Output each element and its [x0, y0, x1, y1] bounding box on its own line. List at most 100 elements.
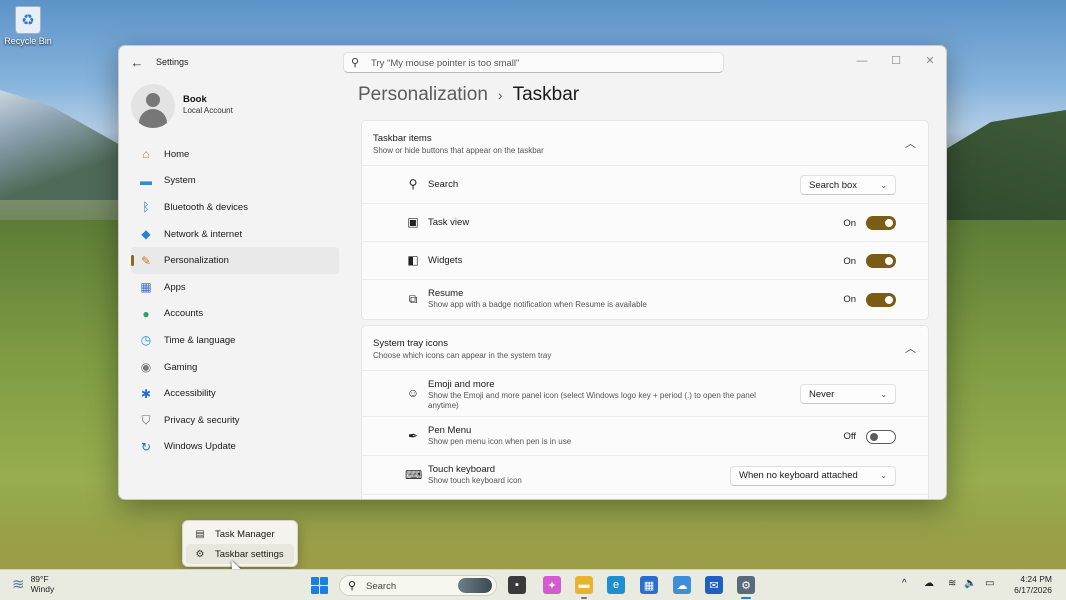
weather-app[interactable]: ☁: [673, 576, 691, 594]
dropdown-value: When no keyboard attached: [739, 470, 858, 481]
taskbar-context-menu: ▤ Task Manager ⚙ Taskbar settings: [182, 520, 298, 567]
sidebar-item-personalization[interactable]: ✎ Personalization: [131, 247, 339, 274]
file-explorer-app[interactable]: ▬: [575, 576, 593, 599]
volume-icon[interactable]: 🔈: [964, 578, 976, 589]
sidebar-item-system[interactable]: ▬ System: [131, 168, 339, 195]
menu-item-label: Taskbar settings: [215, 548, 284, 560]
bluetooth-icon: ᛒ: [142, 200, 150, 215]
taskbar-items-card: Taskbar items Show or hide buttons that …: [361, 120, 929, 320]
store-app[interactable]: ▦: [640, 576, 658, 594]
setting-row-pen-menu: ✒ Pen Menu Show pen menu icon when pen is …: [362, 417, 928, 456]
weather-widget[interactable]: ≋ 89°F Windy: [12, 574, 54, 594]
battery-icon[interactable]: ▭: [985, 578, 994, 589]
sidebar-item-label: Personalization: [164, 255, 229, 267]
sidebar-item-home[interactable]: ⌂ Home: [131, 141, 339, 168]
section-title: Taskbar items: [373, 133, 432, 144]
pen-menu-toggle-group: Off: [844, 429, 896, 444]
touch-keyboard-dropdown[interactable]: When no keyboard attached ⌄: [730, 465, 896, 486]
emoji-and-more-dropdown[interactable]: Never ⌄: [800, 384, 896, 404]
sidebar-item-label: Privacy & security: [164, 414, 240, 426]
clock[interactable]: 4:24 PM 6/17/2026: [1014, 574, 1052, 596]
start-button[interactable]: [311, 577, 328, 594]
setting-description: Show touch keyboard icon: [428, 476, 522, 485]
sidebar-item-label: Gaming: [164, 361, 198, 373]
settings-window: ← Settings ⚲ Try "My mouse pointer is to…: [118, 45, 947, 500]
profile-account-type: Local Account: [183, 106, 233, 115]
profile-name: Book: [183, 94, 207, 105]
menu-item-task-manager[interactable]: ▤ Task Manager: [186, 524, 294, 544]
sidebar-item-accounts[interactable]: ● Accounts: [131, 301, 339, 328]
task-view-app[interactable]: ▪: [508, 576, 526, 594]
app-title: Settings: [156, 57, 189, 67]
chevron-up-icon[interactable]: ︿: [905, 340, 916, 356]
sidebar-item-privacy-security[interactable]: ⛉ Privacy & security: [131, 407, 339, 434]
setting-row-widgets: ◧ Widgets On: [362, 242, 928, 280]
sidebar-item-time-language[interactable]: ◷ Time & language: [131, 327, 339, 354]
dropdown-value: Search box: [809, 179, 858, 191]
setting-label: Search: [428, 179, 459, 190]
sidebar-item-bluetooth-devices[interactable]: ᛒ Bluetooth & devices: [131, 194, 339, 221]
search-icon: ⚲: [351, 57, 360, 69]
sidebar-item-apps[interactable]: ▦ Apps: [131, 274, 339, 301]
breadcrumb-parent[interactable]: Personalization: [358, 84, 488, 105]
dropdown-value: Never: [809, 388, 835, 400]
tray-chevron-icon[interactable]: ^: [902, 578, 907, 589]
task-view-toggle-group: On: [843, 216, 896, 230]
brush-icon: ✎: [140, 253, 152, 268]
taskbar-items-header[interactable]: Taskbar items Show or hide buttons that …: [362, 121, 928, 166]
clock-time: 4:24 PM: [1020, 574, 1052, 584]
setting-label: Pen Menu: [428, 425, 472, 436]
weather-temp: 89°F: [30, 574, 49, 584]
taskbar-search[interactable]: ⚲ Search: [339, 575, 497, 596]
outlook-app[interactable]: ✉: [705, 576, 723, 594]
breadcrumb-separator: ›: [497, 87, 503, 103]
task-view-toggle[interactable]: [866, 216, 896, 230]
task-manager-icon: ▤: [195, 528, 205, 540]
chevron-down-icon: ⌄: [880, 389, 887, 399]
section-title: System tray icons: [373, 338, 448, 349]
settings-app[interactable]: ⚙: [737, 576, 755, 599]
chevron-up-icon[interactable]: ︿: [905, 135, 916, 151]
pen-menu-toggle[interactable]: [866, 429, 896, 444]
sidebar-item-accessibility[interactable]: ✱ Accessibility: [131, 380, 339, 407]
onedrive-cloud-icon[interactable]: ☁: [924, 578, 934, 589]
sidebar-item-network-internet[interactable]: ◆ Network & internet: [131, 221, 339, 248]
widgets-toggle[interactable]: [866, 254, 896, 268]
sidebar-item-windows-update[interactable]: ↻ Windows Update: [131, 434, 339, 461]
setting-row-emoji-and-more: ☺ Emoji and more Show the Emoji and more p…: [362, 371, 928, 417]
setting-row-task-view: ▣ Task view On: [362, 204, 928, 242]
search-icon: ⚲: [408, 177, 418, 191]
clock-date: 6/17/2026: [1014, 585, 1052, 595]
recycle-bin-icon: ♻: [15, 6, 41, 34]
settings-search-input[interactable]: ⚲ Try "My mouse pointer is too small": [343, 52, 724, 73]
settings-content: Taskbar items Show or hide buttons that …: [361, 120, 929, 499]
shield-icon: ⛉: [141, 412, 151, 427]
setting-label: Widgets: [428, 255, 463, 266]
wifi-icon: ◆: [141, 227, 151, 242]
close-button[interactable]: ✕: [913, 51, 946, 71]
gear-icon: ⚙: [195, 548, 205, 560]
back-arrow-icon[interactable]: ←: [129, 55, 145, 71]
weather-desc: Windy: [30, 584, 55, 594]
sidebar-item-label: Apps: [164, 281, 186, 293]
maximize-button[interactable]: ☐: [879, 51, 913, 71]
copilot-app[interactable]: ✦: [543, 576, 561, 594]
toggle-state-label: On: [843, 217, 856, 229]
resume-toggle[interactable]: [866, 292, 896, 307]
minimize-button[interactable]: —: [845, 51, 879, 71]
home-icon: ⌂: [142, 147, 150, 162]
menu-item-taskbar-settings[interactable]: ⚙ Taskbar settings: [186, 544, 294, 564]
recycle-bin-shortcut[interactable]: ♻ Recycle Bin: [4, 6, 52, 46]
edge-app[interactable]: e: [607, 576, 625, 594]
search-dropdown[interactable]: Search box ⌄: [800, 175, 896, 195]
breadcrumb: Personalization › Taskbar: [358, 84, 579, 106]
system-tray-header[interactable]: System tray icons Choose which icons can…: [362, 326, 928, 371]
sidebar-item-gaming[interactable]: ◉ Gaming: [131, 354, 339, 381]
taskbar: ≋ 89°F Windy ⚲ Search ▪ ✦ ▬ e ▦ ☁ ✉ ⚙ ^ ☁ ≋ 🔈 ▭…: [0, 569, 1066, 600]
sidebar-item-label: Home: [164, 148, 190, 160]
section-subtitle: Choose which icons can appear in the sys…: [373, 351, 552, 360]
sidebar-nav: ⌂ Home ▬ System ᛒ Bluetooth & devices ◆ Network…: [131, 141, 339, 460]
setting-row-virtual-touchpad: ▭Virtual TouchpadOff: [362, 495, 928, 499]
wifi-icon[interactable]: ≋: [948, 578, 956, 589]
globe-clock-icon: ◷: [140, 333, 152, 348]
